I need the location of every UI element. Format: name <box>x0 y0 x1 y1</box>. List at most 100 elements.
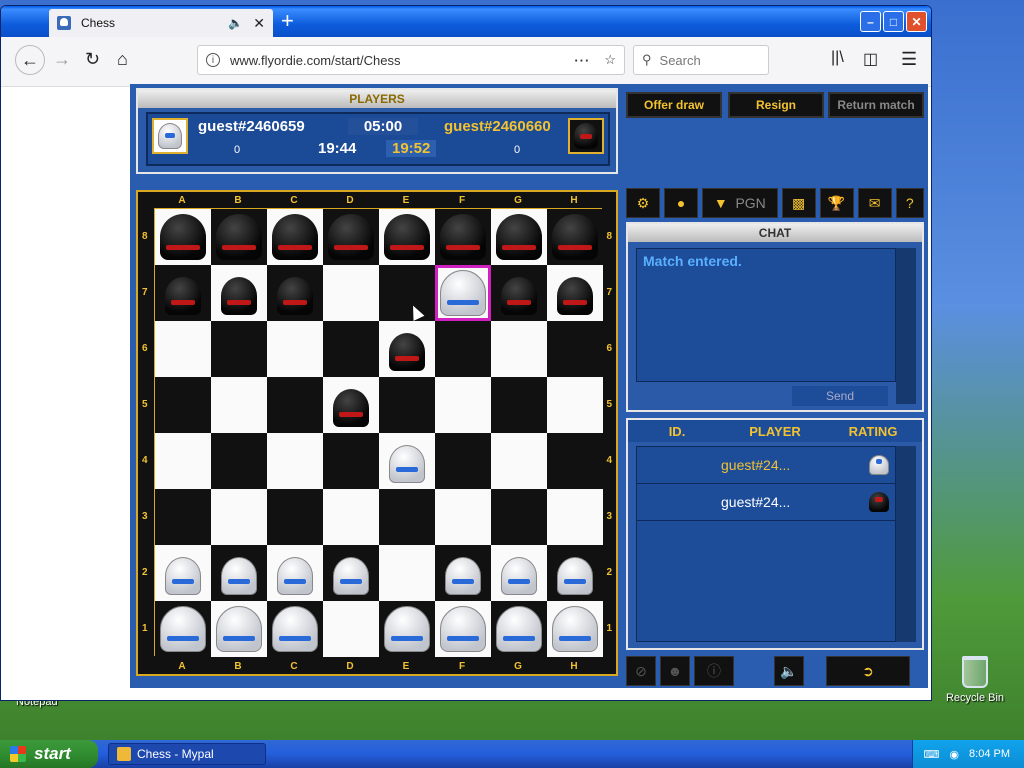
black-bishop-icon[interactable] <box>272 214 318 260</box>
white-knight-icon[interactable] <box>496 606 542 652</box>
square-c5[interactable] <box>267 377 323 433</box>
square-e6[interactable] <box>379 321 435 377</box>
bookmark-star-icon[interactable]: ☆ <box>604 52 616 68</box>
white-king-icon[interactable] <box>384 606 430 652</box>
trophy-icon[interactable]: 🏆 <box>819 188 854 218</box>
square-b1[interactable] <box>211 601 267 657</box>
send-button[interactable]: Send <box>792 386 888 406</box>
square-b7[interactable] <box>211 265 267 321</box>
square-f7[interactable] <box>435 265 491 321</box>
square-f6[interactable] <box>435 321 491 377</box>
square-f3[interactable] <box>435 489 491 545</box>
square-g3[interactable] <box>491 489 547 545</box>
square-h8[interactable] <box>547 209 603 265</box>
menu-icon[interactable]: ☰ <box>901 49 917 70</box>
square-f1[interactable] <box>435 601 491 657</box>
square-h7[interactable] <box>547 265 603 321</box>
pgn-dropdown[interactable]: ▼ PGN <box>702 188 778 218</box>
forward-icon[interactable]: → <box>53 49 71 70</box>
square-e2[interactable] <box>379 545 435 601</box>
square-c8[interactable] <box>267 209 323 265</box>
close-button[interactable]: ✕ <box>906 11 927 32</box>
white-pawn-icon[interactable] <box>221 557 257 595</box>
square-d8[interactable] <box>323 209 379 265</box>
col-player[interactable]: PLAYER <box>726 424 824 439</box>
black-queen-icon[interactable] <box>328 214 374 260</box>
white-pawn-icon[interactable] <box>277 557 313 595</box>
resign-button[interactable]: Resign <box>728 92 824 118</box>
square-e8[interactable] <box>379 209 435 265</box>
player-list-row[interactable]: guest#24... <box>637 447 895 484</box>
square-b4[interactable] <box>211 433 267 489</box>
black-pawn-icon[interactable] <box>501 277 537 315</box>
black-king-icon[interactable] <box>384 214 430 260</box>
white-pawn-icon[interactable] <box>165 557 201 595</box>
col-id[interactable]: ID. <box>628 424 726 439</box>
network-icon[interactable]: ◉ <box>949 748 959 761</box>
square-g5[interactable] <box>491 377 547 433</box>
black-player-name[interactable]: guest#2460660 <box>444 118 551 135</box>
square-g7[interactable] <box>491 265 547 321</box>
white-pawn-icon[interactable] <box>333 557 369 595</box>
black-knight-icon[interactable] <box>496 214 542 260</box>
taskbar-item-chess[interactable]: Chess - Mypal <box>108 743 266 765</box>
square-g1[interactable] <box>491 601 547 657</box>
black-pawn-icon[interactable] <box>557 277 593 315</box>
start-button[interactable]: start <box>0 740 98 768</box>
black-pawn-icon[interactable] <box>165 277 201 315</box>
square-e5[interactable] <box>379 377 435 433</box>
square-f8[interactable] <box>435 209 491 265</box>
square-g2[interactable] <box>491 545 547 601</box>
square-e4[interactable] <box>379 433 435 489</box>
square-f4[interactable] <box>435 433 491 489</box>
black-pawn-icon[interactable] <box>221 277 257 315</box>
black-rook-icon[interactable] <box>160 214 206 260</box>
square-c6[interactable] <box>267 321 323 377</box>
white-pawn-icon[interactable] <box>389 445 425 483</box>
home-icon[interactable]: ⌂ <box>117 49 128 70</box>
return-match-button[interactable]: Return match <box>828 92 924 118</box>
back-icon[interactable]: ← <box>15 45 45 75</box>
square-g6[interactable] <box>491 321 547 377</box>
exit-icon[interactable]: ➲ <box>826 656 910 686</box>
player-list-scrollbar[interactable] <box>896 446 916 642</box>
url-text[interactable]: www.flyordie.com/start/Chess <box>230 53 574 68</box>
square-a4[interactable] <box>155 433 211 489</box>
square-f2[interactable] <box>435 545 491 601</box>
block-icon[interactable]: ⊘ <box>626 656 656 686</box>
black-knight-icon[interactable] <box>216 214 262 260</box>
square-d5[interactable] <box>323 377 379 433</box>
square-b6[interactable] <box>211 321 267 377</box>
player-list-row[interactable]: guest#24... <box>637 484 895 521</box>
sidebar-icon[interactable]: ◫ <box>863 49 878 69</box>
offer-draw-button[interactable]: Offer draw <box>626 92 722 118</box>
square-d3[interactable] <box>323 489 379 545</box>
black-pawn-icon[interactable] <box>333 389 369 427</box>
square-f5[interactable] <box>435 377 491 433</box>
square-d1[interactable] <box>323 601 379 657</box>
white-queen-icon[interactable] <box>440 270 486 316</box>
white-bishop-icon[interactable] <box>440 606 486 652</box>
profile-icon[interactable]: ☻ <box>660 656 690 686</box>
square-b5[interactable] <box>211 377 267 433</box>
new-tab-icon[interactable]: + <box>281 10 294 32</box>
info-circle-icon[interactable]: ⓘ <box>694 656 734 686</box>
square-c4[interactable] <box>267 433 323 489</box>
minimize-button[interactable]: – <box>860 11 881 32</box>
square-h3[interactable] <box>547 489 603 545</box>
black-pawn-icon[interactable] <box>389 333 425 371</box>
white-bishop-icon[interactable] <box>272 606 318 652</box>
ranking-icon[interactable]: ▩ <box>781 188 816 218</box>
speaker-mute-icon[interactable]: 🔈 <box>774 656 804 686</box>
square-a2[interactable] <box>155 545 211 601</box>
black-rook-icon[interactable] <box>552 214 598 260</box>
library-icon[interactable]: ||\ <box>831 49 844 67</box>
square-e1[interactable] <box>379 601 435 657</box>
square-c7[interactable] <box>267 265 323 321</box>
square-c2[interactable] <box>267 545 323 601</box>
settings-gear-icon[interactable]: ⚙ <box>626 188 661 218</box>
white-rook-icon[interactable] <box>552 606 598 652</box>
square-a7[interactable] <box>155 265 211 321</box>
white-knight-icon[interactable] <box>216 606 262 652</box>
square-e3[interactable] <box>379 489 435 545</box>
